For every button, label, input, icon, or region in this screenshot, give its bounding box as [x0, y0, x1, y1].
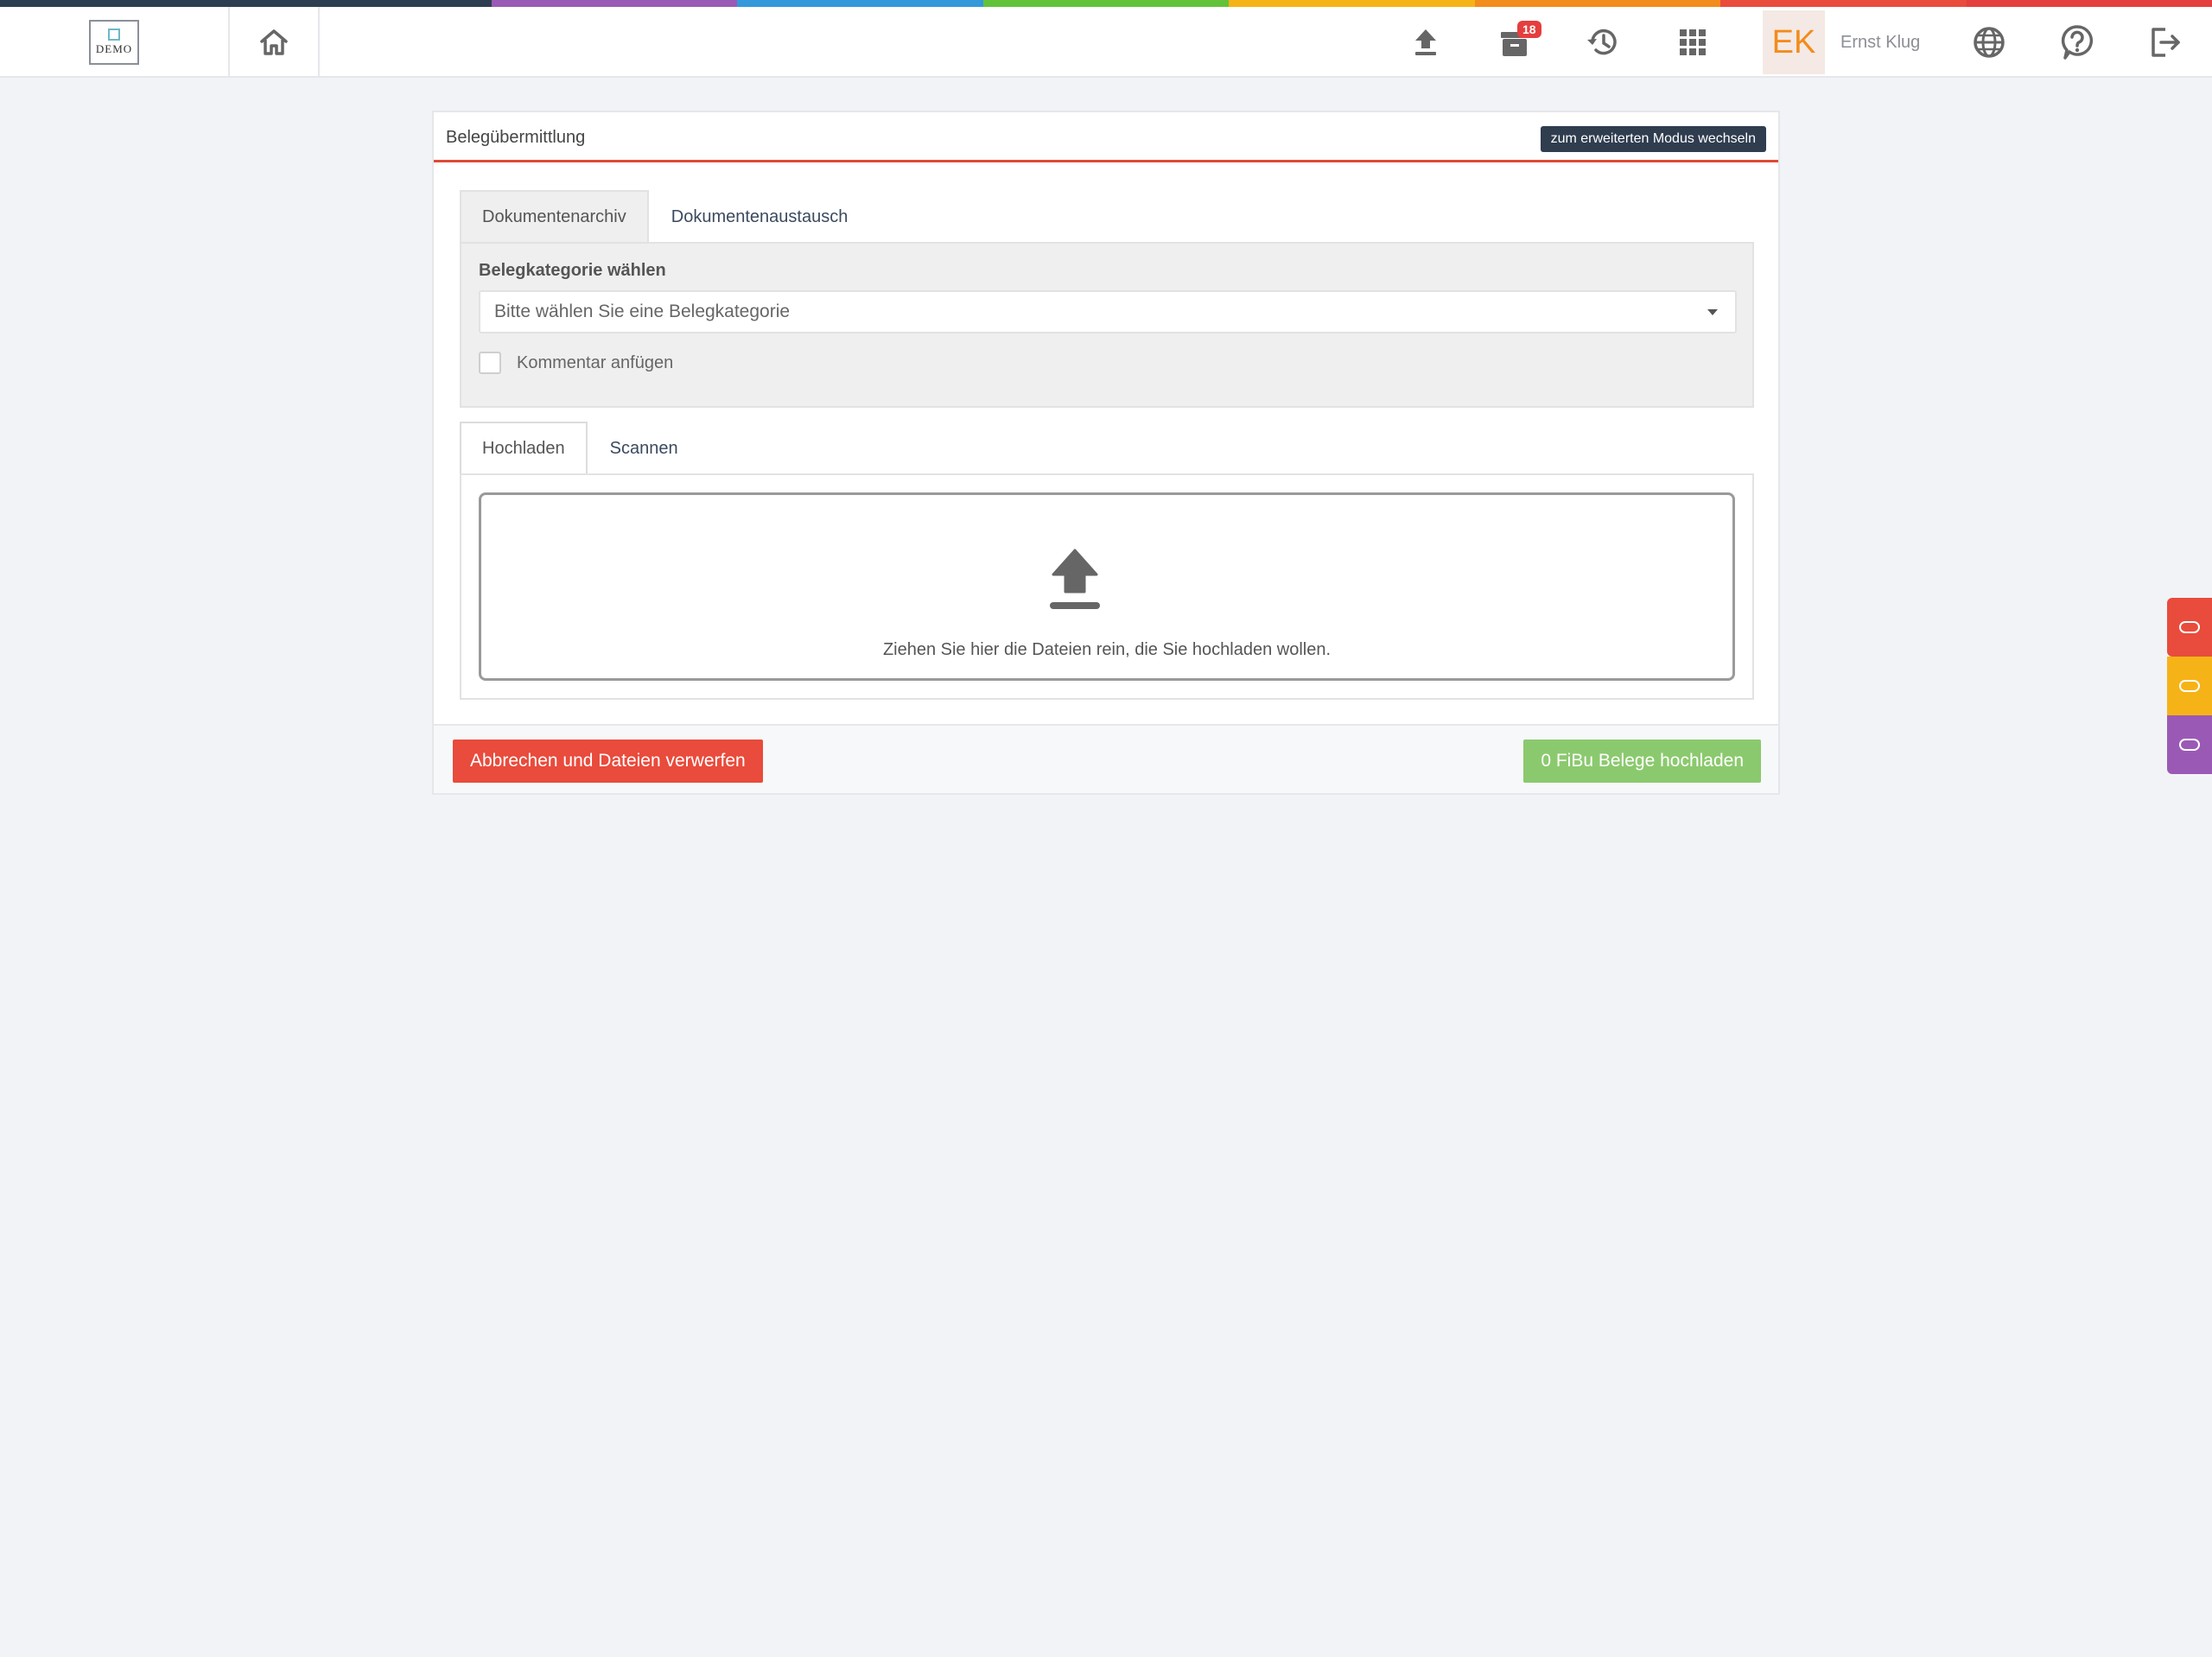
card-title: Belegübermittlung	[446, 128, 586, 147]
apps-nav-button[interactable]	[1662, 7, 1723, 78]
ring-icon	[2179, 621, 2200, 633]
stripe-segment	[982, 0, 1230, 7]
upload-icon	[1415, 29, 1436, 55]
top-navbar: DEMO 18 EK Ernst Klug	[0, 7, 2212, 78]
archive-tabs: Dokumentenarchiv Dokumentenaustausch	[460, 190, 870, 242]
apps-grid-icon	[1680, 29, 1706, 55]
caret-down-icon	[1707, 309, 1718, 315]
logo-building-icon	[108, 29, 120, 41]
help-button[interactable]	[2047, 7, 2107, 78]
category-label: Belegkategorie wählen	[479, 261, 666, 280]
tab-scannen[interactable]: Scannen	[588, 422, 701, 473]
stripe-segment	[1474, 0, 1721, 7]
tab-dokumentenarchiv[interactable]: Dokumentenarchiv	[460, 190, 649, 242]
cancel-discard-button[interactable]: Abbrechen und Dateien verwerfen	[453, 740, 763, 783]
upload-panel: Ziehen Sie hier die Dateien rein, die Si…	[460, 473, 1754, 700]
logo-text: DEMO	[95, 42, 133, 55]
top-color-stripe	[0, 0, 2212, 7]
user-avatar[interactable]: EK	[1763, 10, 1825, 74]
tab-hochladen[interactable]: Hochladen	[460, 422, 588, 473]
company-logo: DEMO	[89, 20, 139, 65]
history-nav-button[interactable]	[1573, 7, 1633, 78]
home-button[interactable]	[230, 7, 320, 78]
stripe-segment	[1229, 0, 1475, 7]
history-icon	[1587, 29, 1617, 55]
ring-icon	[2179, 680, 2200, 692]
user-name[interactable]: Ernst Klug	[1840, 7, 1920, 78]
side-tab-purple[interactable]	[2167, 715, 2212, 774]
upload-icon	[1050, 549, 1100, 609]
comment-checkbox-label[interactable]: Kommentar anfügen	[517, 353, 673, 373]
category-select[interactable]: Bitte wählen Sie eine Belegkategorie	[479, 290, 1737, 333]
archive-count-badge: 18	[1517, 21, 1541, 38]
stripe-segment	[0, 0, 246, 7]
stripe-segment	[245, 0, 492, 7]
language-button[interactable]	[1959, 7, 2019, 78]
stripe-segment	[1720, 0, 1967, 7]
upload-documents-button[interactable]: 0 FiBu Belege hochladen	[1523, 740, 1761, 783]
file-dropzone[interactable]: Ziehen Sie hier die Dateien rein, die Si…	[479, 492, 1735, 681]
document-upload-card: Belegübermittlung zum erweiterten Modus …	[432, 111, 1780, 795]
comment-option: Kommentar anfügen	[479, 351, 673, 375]
tab-dokumentenaustausch[interactable]: Dokumentenaustausch	[649, 190, 871, 242]
help-icon	[2061, 25, 2094, 60]
archive-nav-button[interactable]: 18	[1484, 7, 1545, 78]
upload-method-tabs: Hochladen Scannen	[460, 422, 701, 473]
side-tab-yellow[interactable]	[2167, 657, 2212, 715]
category-select-value: Bitte wählen Sie eine Belegkategorie	[494, 302, 791, 321]
stripe-segment	[737, 0, 983, 7]
logout-icon	[2152, 28, 2180, 57]
card-header: Belegübermittlung zum erweiterten Modus …	[434, 112, 1778, 162]
advanced-mode-button[interactable]: zum erweiterten Modus wechseln	[1540, 126, 1766, 152]
globe-icon	[1974, 27, 2005, 58]
comment-checkbox[interactable]	[479, 352, 501, 374]
upload-nav-button[interactable]	[1395, 7, 1456, 78]
card-footer: Abbrechen und Dateien verwerfen 0 FiBu B…	[434, 724, 1778, 793]
logout-button[interactable]	[2136, 7, 2196, 78]
dropzone-hint: Ziehen Sie hier die Dateien rein, die Si…	[882, 640, 1332, 659]
side-tab-red[interactable]	[2167, 598, 2212, 657]
stripe-segment	[1966, 0, 2212, 7]
category-panel: Belegkategorie wählen Bitte wählen Sie e…	[460, 242, 1754, 408]
stripe-segment	[491, 0, 738, 7]
ring-icon	[2179, 739, 2200, 751]
logo-link[interactable]: DEMO	[0, 7, 230, 78]
home-icon	[260, 29, 288, 55]
